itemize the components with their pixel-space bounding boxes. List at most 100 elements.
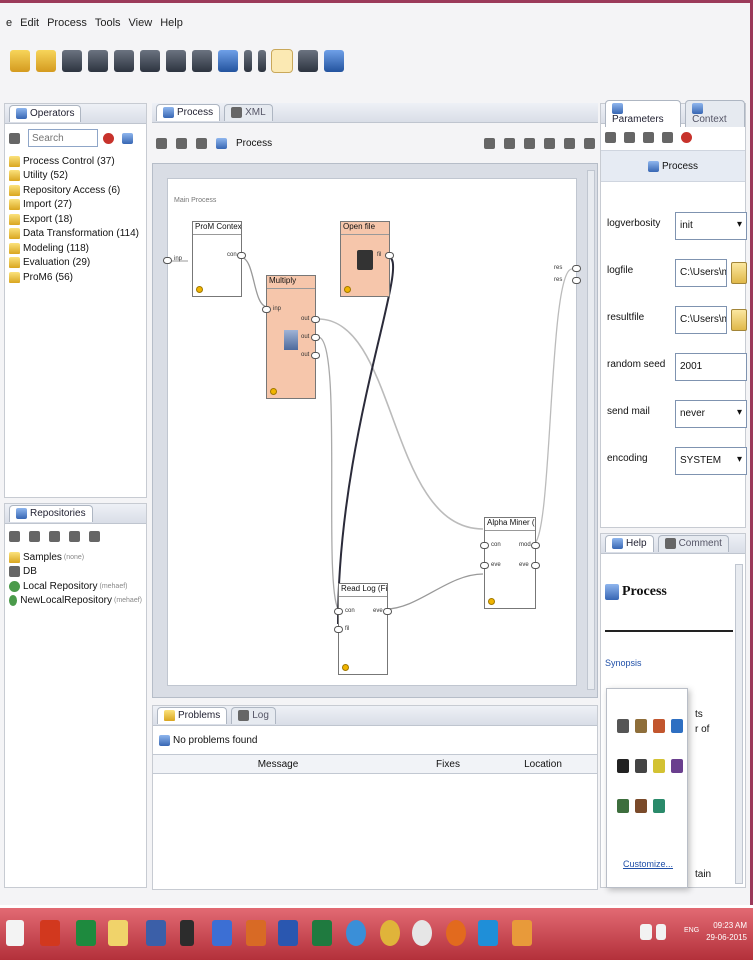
file-explorer-icon[interactable] xyxy=(108,920,128,946)
operator-group[interactable]: Process Control (37) xyxy=(9,154,142,169)
gear-icon[interactable] xyxy=(671,759,683,773)
output-port[interactable] xyxy=(531,542,540,549)
output-port[interactable] xyxy=(385,252,394,259)
document-icon[interactable] xyxy=(635,799,647,813)
rapidminer-icon[interactable] xyxy=(512,920,532,946)
auto-wire-icon[interactable] xyxy=(484,137,495,149)
operator-group[interactable]: ProM6 (56) xyxy=(9,270,142,285)
menu-edit[interactable]: Edit xyxy=(20,17,39,29)
arrange-icon[interactable] xyxy=(504,137,515,149)
step-icon[interactable] xyxy=(192,50,212,72)
acrobat-icon[interactable] xyxy=(40,920,60,946)
column-fixes[interactable]: Fixes xyxy=(403,759,493,770)
app-icon[interactable] xyxy=(146,920,166,946)
tab-parameters[interactable]: Parameters xyxy=(605,99,682,128)
tab-context[interactable]: Context xyxy=(685,99,745,128)
tab-problems[interactable]: Problems xyxy=(157,707,228,724)
resultfile-input[interactable]: C:\Users\mehaef xyxy=(675,306,727,334)
open-process-icon[interactable] xyxy=(36,50,56,72)
database-icon[interactable] xyxy=(617,759,629,773)
image-icon[interactable] xyxy=(653,719,665,733)
perspective-result-icon[interactable] xyxy=(298,50,318,72)
firefox-icon[interactable] xyxy=(446,920,466,946)
output-port[interactable] xyxy=(311,316,320,323)
output-port[interactable] xyxy=(311,352,320,359)
send-mail-select[interactable]: never xyxy=(675,400,747,428)
column-location[interactable]: Location xyxy=(493,759,593,770)
output-port[interactable] xyxy=(237,252,246,259)
perspective-welcome-icon[interactable] xyxy=(324,50,344,72)
process-canvas[interactable]: Main Process inp res res ProM Context co… xyxy=(163,178,581,686)
column-message[interactable]: Message xyxy=(153,759,403,770)
random-seed-input[interactable]: 2001 xyxy=(675,353,747,381)
settings-icon[interactable] xyxy=(671,719,683,733)
pause-icon[interactable] xyxy=(244,50,252,72)
operator-multiply[interactable]: Multiply inp out out out xyxy=(262,275,320,399)
operator-group[interactable]: Evaluation (29) xyxy=(9,256,142,271)
export-icon[interactable] xyxy=(635,719,647,733)
info-icon[interactable] xyxy=(643,131,654,143)
repository-item[interactable]: DB xyxy=(9,565,142,580)
toggle-icon[interactable] xyxy=(624,131,635,143)
app-icon[interactable] xyxy=(212,920,232,946)
output-port[interactable] xyxy=(311,334,320,341)
search-options-icon[interactable] xyxy=(122,132,133,144)
new-process-icon[interactable] xyxy=(10,50,30,72)
save-icon[interactable] xyxy=(62,50,82,72)
menu-view[interactable]: View xyxy=(129,17,153,29)
clear-search-icon[interactable] xyxy=(103,132,114,144)
input-port[interactable] xyxy=(262,306,271,313)
folder-new-icon[interactable] xyxy=(49,530,60,542)
tag-icon[interactable] xyxy=(617,799,629,813)
expert-mode-icon[interactable] xyxy=(605,131,616,143)
logfile-input[interactable]: C:\Users\mehaef xyxy=(675,259,727,287)
menu-file[interactable]: e xyxy=(6,17,12,29)
language-indicator[interactable]: ENG xyxy=(684,927,699,934)
powerpoint-icon[interactable] xyxy=(246,920,266,946)
app-icon[interactable] xyxy=(76,920,96,946)
browse-folder-icon[interactable] xyxy=(731,262,747,284)
input-port[interactable] xyxy=(480,562,489,569)
operator-open-file[interactable]: Open file fil xyxy=(340,221,394,297)
system-clock[interactable]: 09:23 AM 29-06-2015 xyxy=(706,920,747,944)
operator-group[interactable]: Repository Access (6) xyxy=(9,183,142,198)
order-icon[interactable] xyxy=(524,137,535,149)
menu-process[interactable]: Process xyxy=(47,17,87,29)
layout-icon[interactable] xyxy=(544,137,555,149)
repository-item[interactable]: NewLocalRepository (mehaef) xyxy=(9,594,142,609)
open-icon[interactable] xyxy=(69,530,80,542)
excel-icon[interactable] xyxy=(312,920,332,946)
undo-icon[interactable] xyxy=(140,50,160,72)
operators-tab[interactable]: Operators xyxy=(9,105,82,122)
process-result-port[interactable] xyxy=(572,265,581,272)
remove-icon[interactable] xyxy=(681,131,692,143)
up-icon[interactable] xyxy=(196,137,207,149)
repositories-tab[interactable]: Repositories xyxy=(9,505,93,522)
tab-help[interactable]: Help xyxy=(605,535,654,552)
word-icon[interactable] xyxy=(278,920,298,946)
help-scrollbar[interactable] xyxy=(735,564,743,884)
triangle-icon[interactable] xyxy=(635,759,647,773)
operator-alpha-miner[interactable]: Alpha Miner (... con eve mod eve xyxy=(480,517,540,609)
output-port[interactable] xyxy=(383,608,392,615)
menu-tools[interactable]: Tools xyxy=(95,17,121,29)
skype-icon[interactable] xyxy=(478,920,498,946)
breakpoint-icon[interactable] xyxy=(662,131,673,143)
store-icon[interactable] xyxy=(89,530,100,542)
start-button-icon[interactable] xyxy=(6,920,24,946)
process-result-port[interactable] xyxy=(572,277,581,284)
operator-group[interactable]: Export (18) xyxy=(9,212,142,227)
perspective-design-icon[interactable] xyxy=(271,49,293,73)
circle-icon[interactable] xyxy=(653,759,665,773)
refresh-icon[interactable] xyxy=(29,530,40,542)
network-icon[interactable] xyxy=(656,924,666,940)
operator-read-log-file[interactable]: Read Log (File) con fil eve xyxy=(334,583,392,675)
stop-icon[interactable] xyxy=(258,50,266,72)
repository-item[interactable]: Local Repository (mehaef) xyxy=(9,579,142,594)
forward-icon[interactable] xyxy=(176,137,187,149)
tab-log[interactable]: Log xyxy=(231,707,276,724)
redo-icon[interactable] xyxy=(166,50,186,72)
add-repository-icon[interactable] xyxy=(9,530,20,542)
operators-search-input[interactable] xyxy=(28,129,98,147)
chrome-icon[interactable] xyxy=(380,920,400,946)
